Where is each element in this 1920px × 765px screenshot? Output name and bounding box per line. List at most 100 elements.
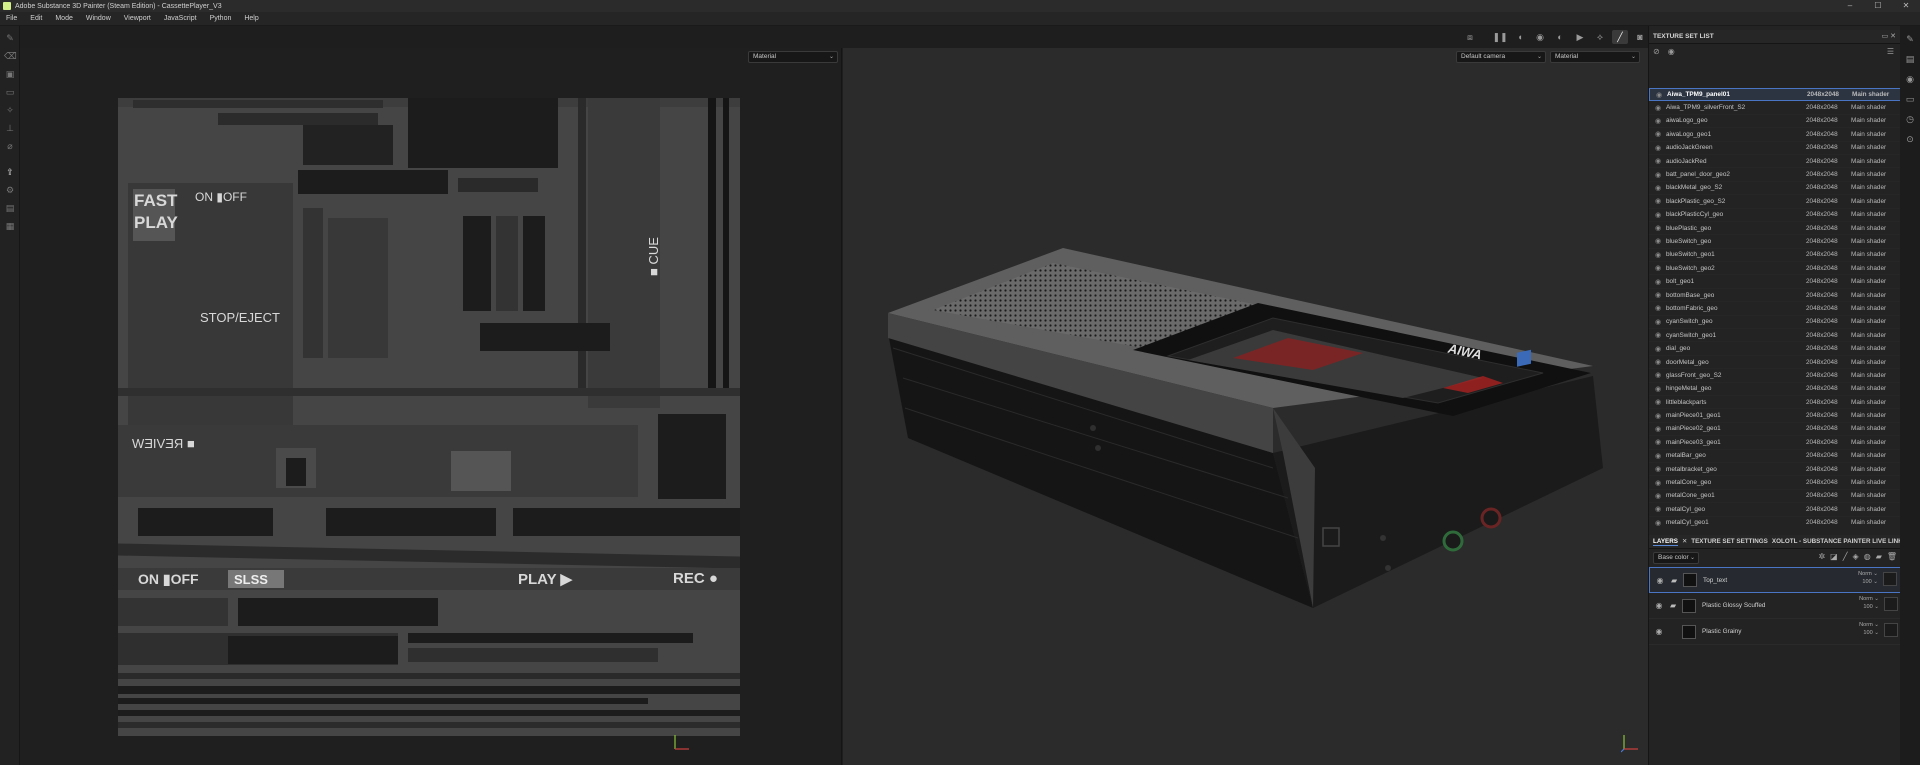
close-layers-tab-icon[interactable]: ✕	[1682, 538, 1687, 545]
texture-set-shader[interactable]: Main shader	[1851, 158, 1886, 165]
eye-icon[interactable]: ◉	[1652, 479, 1664, 487]
layer-blend-opacity[interactable]: Norm ⌄ 100 ⌄	[1859, 621, 1879, 637]
display-icon[interactable]: ▭	[1904, 94, 1916, 106]
eye-icon[interactable]: ◉	[1652, 398, 1664, 406]
eye-icon[interactable]: ◉	[1652, 197, 1664, 205]
menu-viewport[interactable]: Viewport	[124, 15, 151, 22]
maximize-button[interactable]: ☐	[1864, 0, 1892, 12]
texture-set-shader[interactable]: Main shader	[1851, 359, 1886, 366]
texture-set-shader[interactable]: Main shader	[1851, 452, 1886, 459]
texture-set-shader[interactable]: Main shader	[1851, 171, 1886, 178]
texture-set-shader[interactable]: Main shader	[1851, 265, 1886, 272]
texture-set-shader[interactable]: Main shader	[1851, 519, 1886, 526]
texture-set-row[interactable]: ◉ bottomFabric_geo 2048x2048 Main shader	[1649, 302, 1901, 316]
menu-javascript[interactable]: JavaScript	[164, 15, 197, 22]
menu-mode[interactable]: Mode	[55, 15, 73, 22]
eye-icon[interactable]: ◉	[1652, 304, 1664, 312]
texture-set-shader[interactable]: Main shader	[1851, 305, 1886, 312]
texture-set-shader[interactable]: Main shader	[1851, 198, 1886, 205]
polygon-fill-icon[interactable]: ▭	[4, 86, 16, 98]
history-icon[interactable]: ◷	[1904, 114, 1916, 126]
menu-edit[interactable]: Edit	[30, 15, 42, 22]
smudge-icon[interactable]: ✧	[4, 104, 16, 116]
eye-icon[interactable]: ◉	[1652, 144, 1664, 152]
eye-icon[interactable]: ◉	[1652, 505, 1664, 513]
texture-set-shader[interactable]: Main shader	[1851, 292, 1886, 299]
eye-icon[interactable]: ◉	[1652, 291, 1664, 299]
eye-icon[interactable]: ◉	[1653, 576, 1667, 585]
eye-icon[interactable]: ◉	[1652, 157, 1664, 165]
texture-set-row[interactable]: ◉ blackPlasticCyl_geo 2048x2048 Main shader	[1649, 209, 1901, 222]
folder-icon[interactable]: ▰	[1670, 601, 1680, 610]
texture-set-row[interactable]: ◉ blackPlastic_geo_S2 2048x2048 Main shader	[1649, 195, 1901, 209]
delete-layer-icon[interactable]: 🗑	[1887, 552, 1897, 561]
eye-icon[interactable]: ◉	[1652, 519, 1664, 527]
texture-set-row[interactable]: ◉ bottomBase_geo 2048x2048 Main shader	[1649, 289, 1901, 303]
menu-python[interactable]: Python	[210, 15, 232, 22]
eye-icon[interactable]: ◉	[1652, 278, 1664, 286]
clone-stamp-icon[interactable]: ⊥	[4, 122, 16, 134]
texture-set-shader[interactable]: Main shader	[1851, 345, 1886, 352]
texture-set-shader[interactable]: Main shader	[1851, 506, 1886, 513]
texture-set-row[interactable]: ◉ blueSwitch_geo1 2048x2048 Main shader	[1649, 249, 1901, 263]
add-effect-icon[interactable]: ✲	[1818, 552, 1825, 561]
texture-set-row[interactable]: ◉ cyanSwitch_geo1 2048x2048 Main shader	[1649, 329, 1901, 343]
eye-icon[interactable]: ◉	[1652, 371, 1664, 379]
texture-set-row[interactable]: ◉ blueSwitch_geo2 2048x2048 Main shader	[1649, 262, 1901, 276]
texture-set-row[interactable]: ◉ metalCyl_geo 2048x2048 Main shader	[1649, 503, 1901, 517]
projection-icon[interactable]: ▣	[4, 68, 16, 80]
eye-icon[interactable]: ◉	[1652, 117, 1664, 125]
pause-icon[interactable]: ❚❚	[1492, 30, 1508, 44]
add-folder-icon[interactable]: ▰	[1876, 552, 1882, 561]
eye-icon[interactable]: ◉	[1652, 438, 1664, 446]
layout-icon[interactable]: ◐	[1552, 30, 1568, 44]
add-smart-material-icon[interactable]: ◍	[1864, 552, 1871, 561]
texture-set-row[interactable]: ◉ metalCyl_geo1 2048x2048 Main shader	[1649, 517, 1901, 529]
texture-set-row[interactable]: ◉ bluePlastic_geo 2048x2048 Main shader	[1649, 222, 1901, 236]
texture-set-shader[interactable]: Main shader	[1852, 91, 1889, 98]
texture-set-row[interactable]: ◉ metalbracket_geo 2048x2048 Main shader	[1649, 463, 1901, 477]
texture-set-shader[interactable]: Main shader	[1851, 104, 1886, 111]
bake-icon[interactable]: ⚙	[4, 184, 16, 196]
texture-set-shader[interactable]: Main shader	[1851, 131, 1886, 138]
texture-set-shader[interactable]: Main shader	[1851, 225, 1886, 232]
texture-set-row[interactable]: ◉ doorMetal_geo 2048x2048 Main shader	[1649, 356, 1901, 370]
eye-icon[interactable]: ◉	[1652, 318, 1664, 326]
add-fill-layer-icon[interactable]: ◈	[1853, 552, 1859, 561]
layer-channel-dropdown[interactable]: Base color ⌄	[1653, 552, 1699, 564]
texture-set-row[interactable]: ◉ bolt_geo1 2048x2048 Main shader	[1649, 275, 1901, 289]
eye-icon[interactable]: ◉	[1652, 224, 1664, 232]
texture-set-row[interactable]: ◉ blackMetal_geo_S2 2048x2048 Main shader	[1649, 182, 1901, 196]
texture-set-shader[interactable]: Main shader	[1851, 439, 1886, 446]
texture-set-row[interactable]: ◉ metalBar_geo 2048x2048 Main shader	[1649, 450, 1901, 463]
viewport2d-channel-dropdown[interactable]: Material ⌄	[748, 51, 838, 63]
eye-icon[interactable]: ◉	[1652, 211, 1664, 219]
texture-set-row[interactable]: ◉ aiwaLogo_geo 2048x2048 Main shader	[1649, 115, 1901, 129]
eye-icon[interactable]: ◉	[1652, 358, 1664, 366]
environment-icon[interactable]: ◉	[1904, 74, 1916, 86]
texture-set-row[interactable]: ◉ audioJackGreen 2048x2048 Main shader	[1649, 142, 1901, 155]
tab-layers[interactable]: LAYERS	[1653, 538, 1678, 546]
texture-set-row[interactable]: ◉ aiwaLogo_geo1 2048x2048 Main shader	[1649, 128, 1901, 142]
eye-icon[interactable]: ◉	[1652, 492, 1664, 500]
texture-set-shader[interactable]: Main shader	[1851, 238, 1886, 245]
texture-set-shader[interactable]: Main shader	[1851, 332, 1886, 339]
panel-window-icons[interactable]: ▭ ✕	[1882, 32, 1896, 40]
eye-icon[interactable]: ◉	[1652, 104, 1664, 112]
layer-row[interactable]: ◉ Plastic Grainy Norm ⌄ 100 ⌄	[1649, 619, 1901, 645]
eye-icon[interactable]: ◉	[1652, 412, 1664, 420]
texture-set-row[interactable]: ◉ metalCone_geo 2048x2048 Main shader	[1649, 476, 1901, 490]
export-icon[interactable]: ⇪	[4, 166, 16, 178]
texture-set-shader[interactable]: Main shader	[1851, 492, 1886, 499]
texture-set-shader[interactable]: Main shader	[1851, 479, 1886, 486]
color-picker-icon[interactable]: ⌀	[4, 140, 16, 152]
texture-set-row[interactable]: ◉ blueSwitch_geo 2048x2048 Main shader	[1649, 235, 1901, 249]
brush-preset-icon[interactable]: ✎	[1904, 34, 1916, 46]
texture-set-row[interactable]: ◉ Aiwa_TPM9_panel01 2048x2048 Main shader	[1649, 88, 1901, 102]
close-button[interactable]: ✕	[1892, 0, 1920, 12]
texture-set-shader[interactable]: Main shader	[1851, 399, 1886, 406]
texture-set-shader[interactable]: Main shader	[1851, 466, 1886, 473]
document-icon[interactable]: ▦	[4, 220, 16, 232]
eye-icon[interactable]: ◉	[1652, 627, 1666, 636]
layer-row[interactable]: ◉ ▰ Top_text Norm ⌄ 100 ⌄	[1649, 567, 1901, 593]
